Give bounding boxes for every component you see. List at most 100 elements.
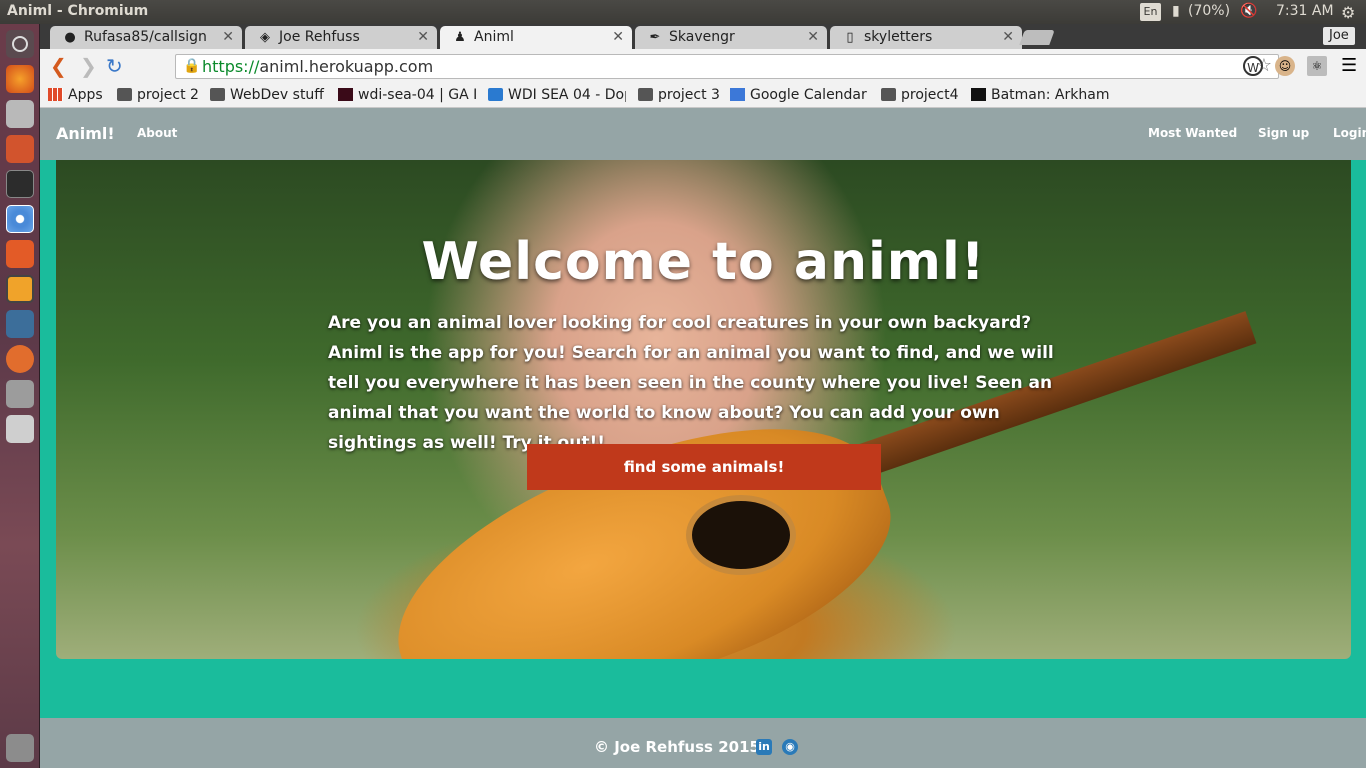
hero-content: Welcome to animl! Are you an animal love… xyxy=(56,160,1351,659)
postman-icon[interactable] xyxy=(6,345,34,373)
tab-label: Animl xyxy=(474,29,514,45)
bookmark-wdi-sea-04[interactable]: wdi-sea-04 | GA In xyxy=(338,86,476,104)
hero-description: Are you an animal lover looking for cool… xyxy=(328,313,1054,453)
nav-sign-up[interactable]: Sign up xyxy=(1258,126,1309,140)
lock-icon: 🔒 xyxy=(183,58,201,74)
bookmark-label: project 3 xyxy=(658,87,720,103)
site-footer: © Joe Rehfuss 2015 in ◉ xyxy=(40,718,1366,768)
feather-icon: ✒ xyxy=(649,30,661,45)
bookmark-label: Google Calendar xyxy=(750,87,867,103)
forward-icon[interactable]: ❯ xyxy=(80,55,97,77)
tab-skyletters[interactable]: ▯ skyletters ✕ xyxy=(830,26,1022,49)
settings-gear-icon[interactable]: ⚙ xyxy=(1341,3,1355,22)
wordpress-extension-icon[interactable]: W xyxy=(1243,56,1263,76)
github-icon[interactable]: ◉ xyxy=(782,739,798,755)
bookmark-google-calendar[interactable]: Google Calendar xyxy=(730,86,870,104)
trello-icon xyxy=(488,88,503,101)
bookmark-label: project 2 xyxy=(137,87,199,103)
battery-percent: (70%) xyxy=(1188,3,1231,19)
software-center-icon[interactable] xyxy=(6,240,34,268)
linkedin-icon[interactable]: in xyxy=(756,739,772,755)
bookmarks-bar: Apps project 2 WebDev stuff wdi-sea-04 |… xyxy=(40,83,1366,108)
system-settings-icon[interactable] xyxy=(6,135,34,163)
batman-icon xyxy=(971,88,986,101)
tab-label: Rufasa85/callsign xyxy=(84,29,207,45)
address-bar[interactable]: 🔒 https://animl.herokuapp.com ☆ xyxy=(175,54,1279,79)
nav-most-wanted[interactable]: Most Wanted xyxy=(1148,126,1237,140)
tab-strip: ● Rufasa85/callsign ✕ ◈ Joe Rehfuss ✕ ♟ … xyxy=(40,24,1366,49)
sublime-text-icon[interactable] xyxy=(6,275,34,303)
folder-icon xyxy=(210,88,225,101)
hero-section: Welcome to animl! Are you an animal love… xyxy=(56,160,1351,659)
bookmark-batman-arkham[interactable]: Batman: Arkham xyxy=(971,86,1111,104)
site-navbar: Animl! About Most Wanted Sign up Login xyxy=(40,108,1366,160)
drive-icon[interactable] xyxy=(6,415,34,443)
hero-title: Welcome to animl! xyxy=(421,232,986,292)
postgresql-icon[interactable] xyxy=(6,310,34,338)
close-icon[interactable]: ✕ xyxy=(612,26,624,48)
trash-icon[interactable] xyxy=(6,734,34,762)
volume-muted-icon[interactable]: 🔇 xyxy=(1240,3,1257,19)
window-title: Animl - Chromium xyxy=(7,3,149,19)
unity-launcher xyxy=(0,24,40,768)
find-animals-button[interactable]: find some animals! xyxy=(527,444,881,490)
bookmark-label: Apps xyxy=(68,87,103,103)
apps-grid-icon xyxy=(48,88,63,101)
disks-icon[interactable] xyxy=(6,380,34,408)
bookmark-apps[interactable]: Apps xyxy=(48,86,108,104)
bookmark-label: WebDev stuff xyxy=(230,87,324,103)
tab-joe-rehfuss[interactable]: ◈ Joe Rehfuss ✕ xyxy=(245,26,437,49)
tab-animl[interactable]: ♟ Animl ✕ xyxy=(440,26,632,49)
back-icon[interactable]: ❮ xyxy=(50,55,67,77)
site-brand[interactable]: Animl! xyxy=(56,124,115,143)
avatar-extension-icon[interactable]: ☺ xyxy=(1275,56,1295,76)
chromium-icon[interactable] xyxy=(6,205,34,233)
penguin-icon: ♟ xyxy=(454,30,466,45)
clock[interactable]: 7:31 AM xyxy=(1276,3,1334,19)
url-scheme: https:// xyxy=(202,57,260,76)
tab-label: skyletters xyxy=(864,29,933,45)
bookmark-project-3[interactable]: project 3 xyxy=(638,86,723,104)
tab-label: Skavengr xyxy=(669,29,735,45)
github-icon: ● xyxy=(64,30,76,45)
profile-button[interactable]: Joe xyxy=(1323,27,1355,45)
site-icon: ◈ xyxy=(260,30,270,45)
reload-icon[interactable]: ↻ xyxy=(106,55,123,77)
close-icon[interactable]: ✕ xyxy=(1002,26,1014,48)
close-icon[interactable]: ✕ xyxy=(222,26,234,48)
url-host: animl.herokuapp.com xyxy=(259,57,434,76)
new-tab-button[interactable] xyxy=(1019,30,1055,45)
terminal-icon[interactable] xyxy=(6,170,34,198)
bookmark-wdi-sea-04-trello[interactable]: WDI SEA 04 - Dop xyxy=(488,86,626,104)
bookmark-label: WDI SEA 04 - Dop xyxy=(508,87,626,103)
firefox-icon[interactable] xyxy=(6,65,34,93)
footer-copyright: © Joe Rehfuss 2015 xyxy=(594,738,760,756)
system-top-panel: Animl - Chromium En ▮ (70%) 🔇 7:31 AM ⚙ xyxy=(0,0,1366,24)
bookmark-label: wdi-sea-04 | GA In xyxy=(358,87,476,103)
bookmark-label: Batman: Arkham xyxy=(991,87,1110,103)
folder-icon xyxy=(117,88,132,101)
battery-icon[interactable]: ▮ xyxy=(1172,3,1180,19)
bookmark-project4[interactable]: project4 xyxy=(881,86,966,104)
web-page: Animl! About Most Wanted Sign up Login W… xyxy=(40,108,1366,768)
nav-login[interactable]: Login xyxy=(1333,126,1366,140)
bookmark-label: project4 xyxy=(901,87,959,103)
folder-icon xyxy=(638,88,653,101)
close-icon[interactable]: ✕ xyxy=(807,26,819,48)
keyboard-layout-indicator[interactable]: En xyxy=(1140,3,1161,21)
folder-icon xyxy=(881,88,896,101)
react-extension-icon[interactable]: ⚛ xyxy=(1307,56,1327,76)
tab-skavengr[interactable]: ✒ Skavengr ✕ xyxy=(635,26,827,49)
close-icon[interactable]: ✕ xyxy=(417,26,429,48)
files-icon[interactable] xyxy=(6,100,34,128)
tab-label: Joe Rehfuss xyxy=(279,29,360,45)
bookmark-webdev-stuff[interactable]: WebDev stuff xyxy=(210,86,330,104)
dash-home-icon[interactable] xyxy=(6,30,34,58)
nav-about[interactable]: About xyxy=(137,126,177,140)
calendar-icon xyxy=(730,88,745,101)
page-icon: ▯ xyxy=(846,30,854,45)
slack-icon xyxy=(338,88,353,101)
tab-callsign[interactable]: ● Rufasa85/callsign ✕ xyxy=(50,26,242,49)
bookmark-project-2[interactable]: project 2 xyxy=(117,86,202,104)
menu-icon[interactable]: ☰ xyxy=(1341,55,1357,77)
